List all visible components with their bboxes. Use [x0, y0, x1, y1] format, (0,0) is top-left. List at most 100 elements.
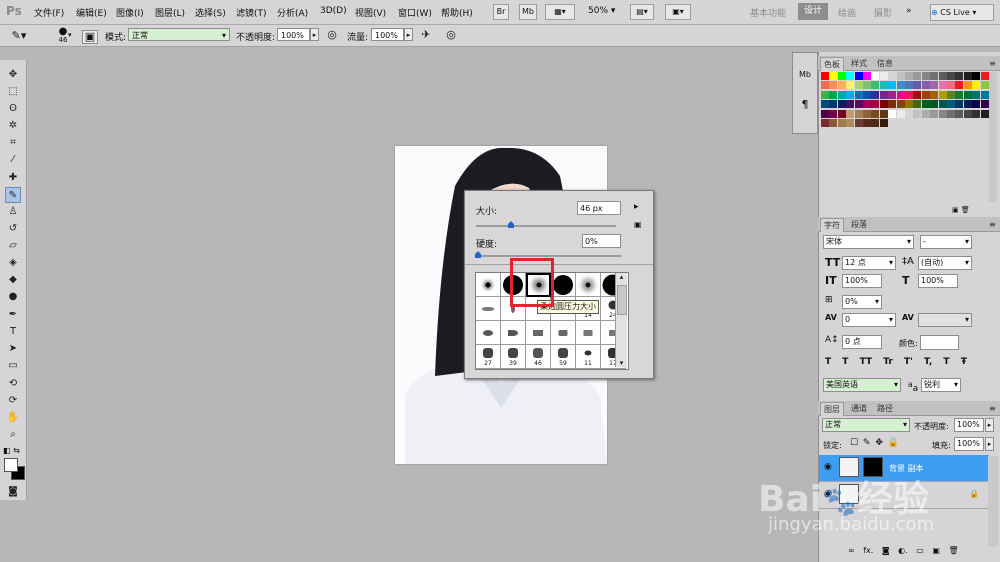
swatch[interactable] [947, 100, 955, 109]
swatch[interactable] [972, 100, 981, 109]
swatch[interactable] [821, 109, 829, 118]
swatch[interactable] [905, 90, 913, 99]
swatch[interactable] [980, 109, 989, 118]
paragraph-panel-icon[interactable]: ¶ [797, 99, 813, 111]
swatch[interactable] [888, 72, 897, 80]
mask-icon[interactable]: ◙ [882, 546, 890, 555]
type-style-buttons[interactable]: T T TT Tr T' T, T Ŧ [825, 357, 975, 367]
swatch[interactable] [871, 119, 880, 127]
swatch[interactable] [972, 72, 981, 80]
brush-cell[interactable] [526, 321, 551, 345]
swatch[interactable] [913, 81, 922, 90]
tab-styles[interactable]: 样式 [848, 57, 870, 70]
zoom-dropdown[interactable]: 50% ▾ [588, 6, 615, 16]
swatch[interactable] [972, 90, 981, 99]
swatch[interactable] [980, 72, 989, 80]
quick-select-tool-icon[interactable]: ✲ [5, 118, 21, 134]
swatch[interactable] [980, 81, 989, 90]
swatch[interactable] [888, 81, 897, 90]
pen-tool-icon[interactable]: ✒ [5, 307, 21, 323]
swatch[interactable] [879, 72, 888, 80]
swatch[interactable] [972, 109, 981, 118]
swatch[interactable] [938, 109, 947, 118]
menu-select[interactable]: 选择(S) [195, 6, 226, 19]
swatch[interactable] [972, 81, 981, 90]
swatch[interactable] [963, 81, 972, 90]
swatch[interactable] [879, 90, 888, 99]
swatch[interactable] [829, 90, 838, 99]
hardness-slider[interactable] [475, 251, 621, 258]
swatch[interactable] [846, 90, 855, 99]
scroll-down-icon[interactable]: ▾ [616, 359, 627, 367]
panel-menu-icon[interactable]: ≡ [986, 402, 999, 415]
quick-mask-icon[interactable]: ◙ [5, 484, 21, 500]
swatch[interactable] [913, 109, 922, 118]
swatch[interactable] [955, 109, 964, 118]
screen-mode-dropdown[interactable]: ▣▾ [665, 4, 691, 20]
swatch[interactable] [963, 72, 972, 80]
swatch[interactable] [955, 90, 964, 99]
move-tool-icon[interactable]: ✥ [5, 67, 21, 83]
3d-orbit-tool-icon[interactable]: ⟳ [5, 393, 21, 409]
swatch[interactable] [905, 72, 913, 80]
baseline-input[interactable]: 0 点 [842, 335, 882, 349]
swatch[interactable] [947, 81, 955, 90]
brush-cell[interactable]: 27 [476, 345, 501, 369]
opacity-input[interactable]: 100% [277, 28, 310, 41]
swatch[interactable] [896, 72, 905, 80]
tracking-select[interactable]: ▾ [918, 313, 972, 327]
font-family-select[interactable]: 宋体 ▾ [823, 235, 914, 249]
arrange-dropdown[interactable]: ▤▾ [630, 4, 654, 20]
swatch[interactable] [821, 81, 829, 90]
brush-cell[interactable]: 59 [551, 345, 576, 369]
tab-character[interactable]: 字符 [820, 218, 844, 232]
swatch[interactable] [837, 72, 846, 80]
swatch-grid[interactable] [821, 72, 989, 136]
swatch[interactable] [821, 119, 829, 127]
swatch[interactable] [837, 90, 846, 99]
swatch[interactable] [955, 100, 964, 109]
scroll-thumb[interactable] [617, 285, 627, 315]
swatch[interactable] [955, 81, 964, 90]
vertical-scale-input[interactable]: 100% [842, 274, 882, 288]
swatch[interactable] [921, 81, 930, 90]
guides-dropdown[interactable]: ▦▾ [545, 4, 575, 20]
swatch[interactable] [821, 100, 829, 109]
font-size-select[interactable]: 12 点 ▾ [842, 256, 896, 270]
brush-panel-toggle-icon[interactable]: ▣ [82, 30, 98, 44]
workspace-essentials[interactable]: 基本功能 [750, 6, 786, 19]
menu-analysis[interactable]: 分析(A) [277, 6, 308, 19]
cslive-button[interactable]: ⊕ CS Live ▾ [930, 4, 994, 21]
trash-icon[interactable]: 🗑 [948, 546, 958, 555]
tab-swatches[interactable]: 色板 [820, 57, 844, 71]
swatch[interactable] [871, 72, 880, 80]
swatch[interactable] [846, 100, 855, 109]
eyedropper-tool-icon[interactable]: ⁄ [5, 152, 21, 168]
swatch-scrollbar[interactable] [989, 72, 997, 202]
swatch[interactable] [871, 100, 880, 109]
swatch[interactable] [863, 81, 871, 90]
swatch[interactable] [854, 109, 863, 118]
swatch[interactable] [930, 72, 939, 80]
swatch[interactable] [888, 100, 897, 109]
scroll-up-icon[interactable]: ▴ [616, 273, 627, 281]
swatch[interactable] [905, 81, 913, 90]
brush-cell[interactable]: 46 [526, 345, 551, 369]
fill-arrow[interactable]: ▸ [985, 437, 994, 451]
swatch[interactable] [930, 90, 939, 99]
lasso-tool-icon[interactable]: ʘ [5, 101, 21, 117]
pressure-opacity-icon[interactable]: ◎ [325, 29, 339, 41]
tab-paragraph[interactable]: 段落 [848, 218, 870, 231]
swatch[interactable] [863, 100, 871, 109]
menu-layer[interactable]: 图层(L) [155, 6, 185, 19]
menu-view[interactable]: 视图(V) [355, 6, 386, 19]
swatch[interactable] [980, 100, 989, 109]
swatch[interactable] [871, 90, 880, 99]
tab-info[interactable]: 信息 [874, 57, 896, 70]
horizontal-scale-input[interactable]: 100% [918, 274, 958, 288]
brush-picker-arrow[interactable]: ▾ [68, 31, 72, 39]
swatch[interactable] [854, 81, 863, 90]
hardness-slider-thumb[interactable] [475, 251, 481, 258]
menu-edit[interactable]: 编辑(E) [76, 6, 107, 19]
swatch[interactable] [963, 100, 972, 109]
